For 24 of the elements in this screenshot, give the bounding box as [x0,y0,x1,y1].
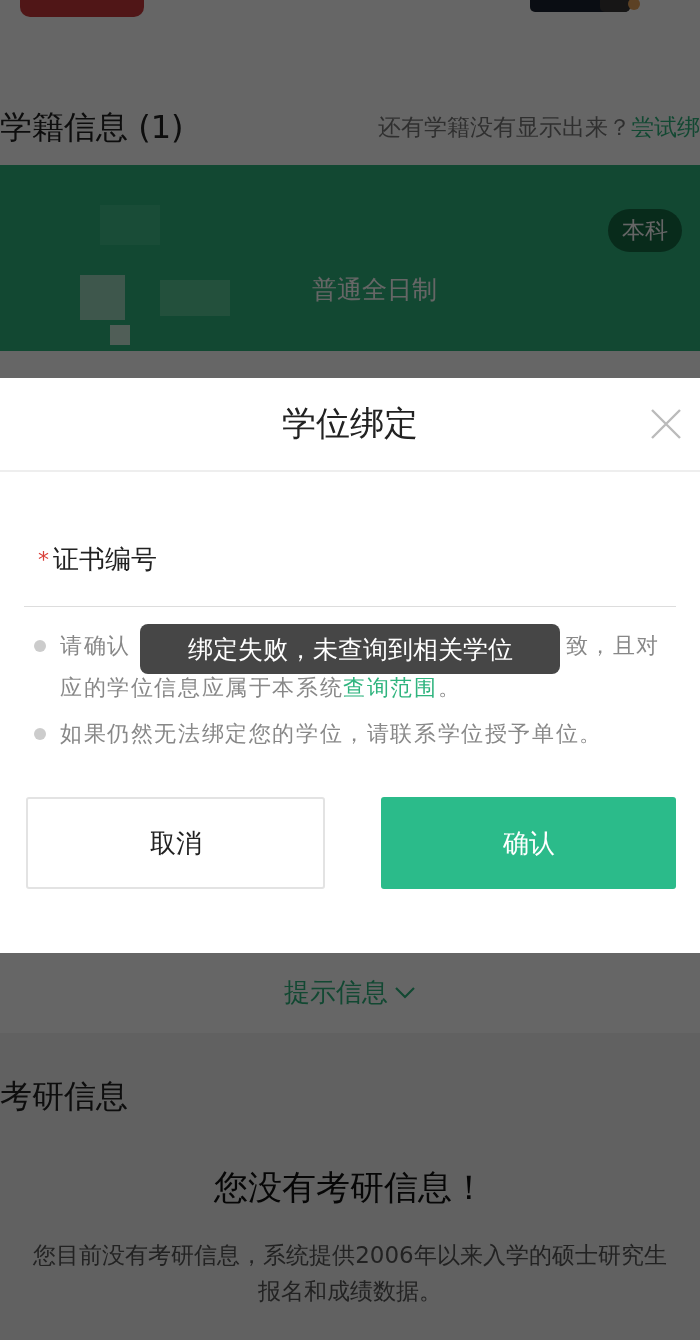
dialog-title: 学位绑定 [282,402,418,445]
field-label: 证书编号 [53,542,157,576]
note-text: 如果仍然无法绑定您的学位，请联系学位授予单位。 [60,720,603,748]
degree-badge: 本科 [608,209,682,252]
study-mode: 普通全日制 [312,274,437,306]
empty-text: 您目前没有考研信息，系统提供2006年以来入学的硕士研究生报名和成绩数据。 [32,1241,668,1306]
record-card[interactable]: 本科 普通全日制 [0,165,700,351]
section-title: 学籍信息 (1) [0,106,184,148]
confirm-button[interactable]: 确认 [381,797,676,889]
hint-toggle[interactable]: 提示信息 [284,974,416,1010]
error-toast: 绑定失败，未查询到相关学位 [140,624,560,674]
section-title: 考研信息 [0,1077,128,1115]
note-text: 致，且对 [565,632,660,660]
bind-link[interactable]: 尝试绑 [631,112,700,143]
bullet-icon [34,640,46,652]
required-mark: * [38,546,49,572]
note-text: 请确认 [60,632,131,660]
empty-title: 您没有考研信息！ [213,1166,487,1209]
go-button[interactable] [20,0,144,17]
scope-link[interactable]: 查询范围 [343,675,438,700]
bullet-icon [34,728,46,740]
certificate-number-field[interactable]: *证书编号 [24,512,676,607]
close-icon[interactable] [650,408,682,440]
cancel-button[interactable]: 取消 [26,797,325,889]
